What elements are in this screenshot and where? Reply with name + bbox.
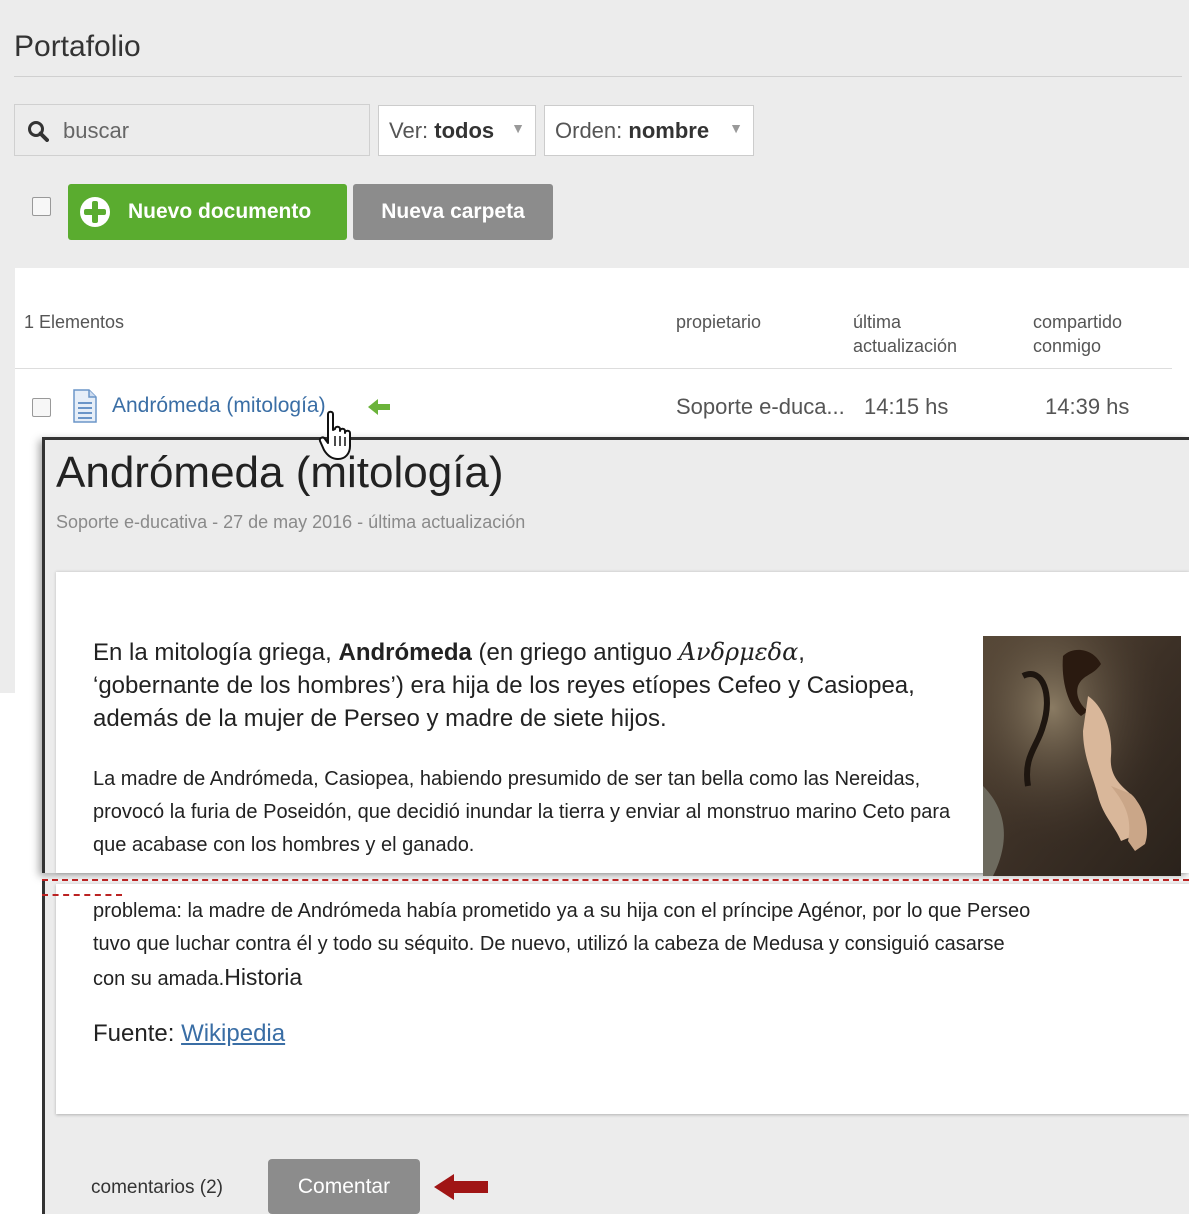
row-shared: 14:39 hs: [1045, 394, 1130, 419]
new-folder-button[interactable]: Nueva carpeta: [353, 184, 553, 240]
item-count: 1 Elementos: [24, 312, 125, 332]
document-intro: En la mitología griega, Andrómeda (en gr…: [93, 636, 923, 735]
andromeda-painting-image: [983, 636, 1181, 876]
view-filter-value: todos: [434, 118, 495, 143]
page-title: Portafolio: [14, 30, 141, 63]
intro-greek: Ανδρμεδα: [678, 638, 799, 666]
title-divider: [14, 76, 1182, 77]
source-label: Fuente:: [93, 1020, 182, 1047]
search-input[interactable]: [61, 115, 355, 147]
sort-value: nombre: [628, 118, 710, 143]
paragraph-line: con su amada.: [93, 968, 225, 990]
select-all-checkbox[interactable]: [32, 197, 51, 216]
row-checkbox[interactable]: [32, 398, 51, 417]
search-icon: [28, 121, 49, 142]
shared-arrow-icon: [368, 399, 390, 415]
dropdown-caret-icon: ▼: [511, 120, 525, 136]
sort-dropdown[interactable]: Orden: nombre ▼: [544, 105, 754, 156]
search-box[interactable]: [14, 104, 370, 156]
sort-label: Orden:: [555, 118, 623, 143]
page-break-indicator: [42, 879, 1189, 881]
document-paragraph-continued: problema: la madre de Andrómeda había pr…: [93, 895, 1189, 996]
view-filter-dropdown[interactable]: Ver: todos ▼: [378, 105, 536, 156]
document-source: Fuente: Wikipedia: [93, 1020, 285, 1048]
document-title: Andrómeda (mitología): [56, 448, 504, 497]
red-arrow-icon: [434, 1174, 488, 1200]
paragraph-heading-fragment: Historia: [224, 964, 303, 990]
paragraph-line: problema: la madre de Andrómeda había pr…: [93, 900, 1031, 922]
view-filter-label: Ver:: [389, 118, 429, 143]
column-updated[interactable]: última actualización: [853, 310, 1003, 358]
wikipedia-link[interactable]: Wikipedia: [181, 1020, 285, 1047]
document-link[interactable]: Andrómeda (mitología): [112, 394, 326, 418]
header-divider: [15, 368, 1172, 369]
row-owner: Soporte e-duca...: [676, 394, 845, 419]
intro-text: En la mitología griega,: [93, 639, 339, 666]
paragraph-line: tuvo que luchar contra él y todo su séqu…: [93, 933, 1005, 955]
page-break-indicator-secondary: [42, 894, 122, 896]
plus-circle-icon: [80, 197, 110, 227]
column-shared[interactable]: compartido conmigo: [1033, 310, 1163, 358]
new-document-label: Nuevo documento: [128, 200, 312, 223]
intro-text-mid: (en griego antiguo: [471, 639, 679, 666]
document-icon: [73, 389, 97, 423]
document-paragraph: La madre de Andrómeda, Casiopea, habiend…: [93, 768, 951, 856]
comments-count[interactable]: comentarios (2): [91, 1177, 223, 1199]
intro-bold: Andrómeda: [338, 639, 472, 666]
new-document-button[interactable]: Nuevo documento: [68, 184, 347, 240]
left-gutter: [0, 268, 15, 693]
dropdown-caret-icon: ▼: [729, 120, 743, 136]
comment-button[interactable]: Comentar: [268, 1159, 420, 1214]
row-updated: 14:15 hs: [864, 394, 949, 419]
hand-cursor-icon: [318, 410, 351, 460]
document-meta: Soporte e-ducativa - 27 de may 2016 - úl…: [56, 512, 526, 532]
column-owner[interactable]: propietario: [676, 310, 761, 334]
